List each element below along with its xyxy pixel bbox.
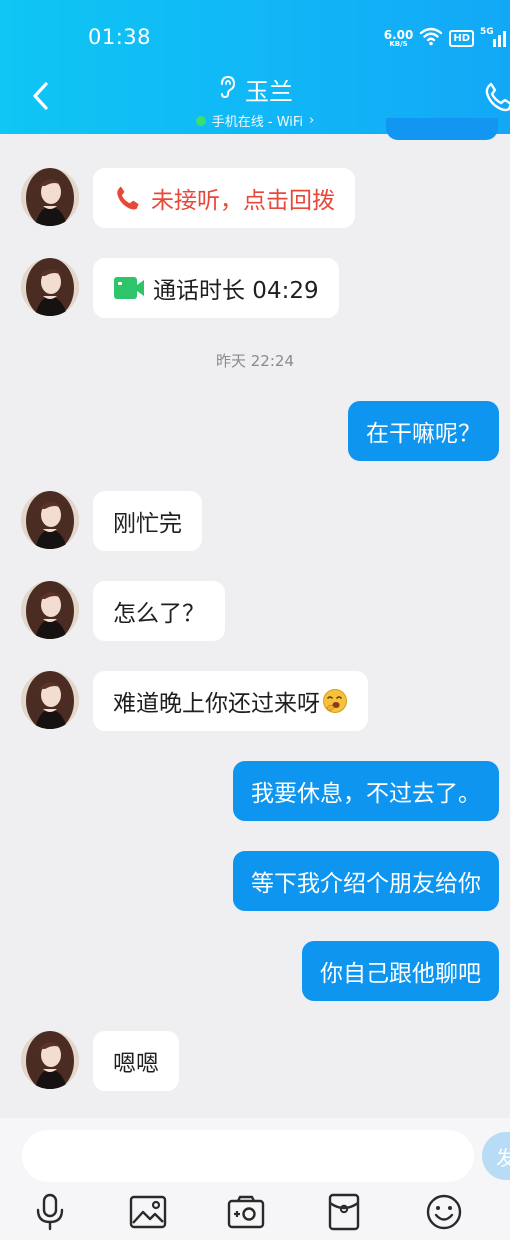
emoji-button[interactable] [424,1192,464,1232]
video-icon [113,275,145,301]
input-panel: 发 [0,1118,510,1240]
phone-icon [113,183,143,213]
yawning-face-icon [322,688,348,714]
video-call-text: 通话时长 04:29 [153,278,319,304]
incoming-message[interactable]: 怎么了？ [93,581,225,641]
network-speed: 6.00 KB/S [384,29,414,48]
net-speed-unit: KB/S [389,39,408,48]
video-call-bubble[interactable]: 通话时长 04:29 [93,258,339,318]
status-time: 01:38 [88,25,152,49]
message-text: 嗯嗯 [113,1051,159,1077]
message-text: 等下我介绍个朋友给你 [251,871,481,897]
message-text: 你自己跟他聊吧 [320,961,481,987]
ear-icon [217,75,237,105]
online-status-text: 手机在线 - WiFi [211,115,304,130]
message-text: 刚忙完 [113,511,182,537]
photo-icon [129,1195,167,1229]
emoji-icon [426,1194,462,1230]
message-text: 怎么了？ [113,601,205,627]
previous-message-bubble [386,118,498,140]
outgoing-message[interactable]: 在干嘛呢？ [348,401,499,461]
message-text: 难道晚上你还过来呀 [113,691,320,717]
chat-screen: 01:38 6.00 KB/S HD 5G 玉兰 手机在线 - WiFi › 未… [0,0,510,1240]
voice-input-button[interactable] [30,1192,70,1232]
incoming-message[interactable]: 嗯嗯 [93,1031,179,1091]
status-icons: 6.00 KB/S HD 5G [384,24,510,52]
camera-button[interactable] [226,1192,266,1232]
contact-avatar[interactable] [21,671,79,729]
phone-icon [485,82,510,112]
outgoing-message[interactable]: 我要休息，不过去了。 [233,761,499,821]
send-label: 发 [496,1145,510,1170]
outgoing-message[interactable]: 等下我介绍个朋友给你 [233,851,499,911]
microphone-icon [36,1193,64,1231]
contact-avatar[interactable] [21,581,79,639]
camera-icon [227,1195,265,1229]
chevron-right-icon: › [309,113,315,128]
hd-badge: HD [449,29,474,47]
photo-button[interactable] [128,1192,168,1232]
outgoing-message[interactable]: 你自己跟他聊吧 [302,941,499,1001]
time-separator: 昨天 22:24 [216,352,294,370]
message-text: 在干嘛呢？ [366,421,481,447]
contact-avatar[interactable] [21,1031,79,1089]
online-status-dot [195,115,206,126]
message-input[interactable] [22,1130,474,1182]
send-button[interactable]: 发 [482,1132,510,1180]
red-packet-icon [328,1193,360,1231]
cellular-signal-icon: 5G [480,27,510,49]
contact-avatar[interactable] [21,258,79,316]
net-speed-value: 6.00 [383,27,414,42]
missed-call-text: 未接听，点击回拨 [151,188,335,214]
missed-call-bubble[interactable]: 未接听，点击回拨 [93,168,355,228]
voice-call-button[interactable] [482,80,510,114]
contact-name: 玉兰 [245,78,293,106]
contact-avatar[interactable] [21,491,79,549]
message-text: 我要休息，不过去了。 [251,781,481,807]
incoming-message[interactable]: 难道晚上你还过来呀 [93,671,368,731]
wifi-icon [419,26,443,50]
contact-avatar[interactable] [21,168,79,226]
chat-header: 01:38 6.00 KB/S HD 5G 玉兰 手机在线 - WiFi › [0,0,510,140]
red-packet-button[interactable] [324,1192,364,1232]
incoming-message[interactable]: 刚忙完 [93,491,202,551]
